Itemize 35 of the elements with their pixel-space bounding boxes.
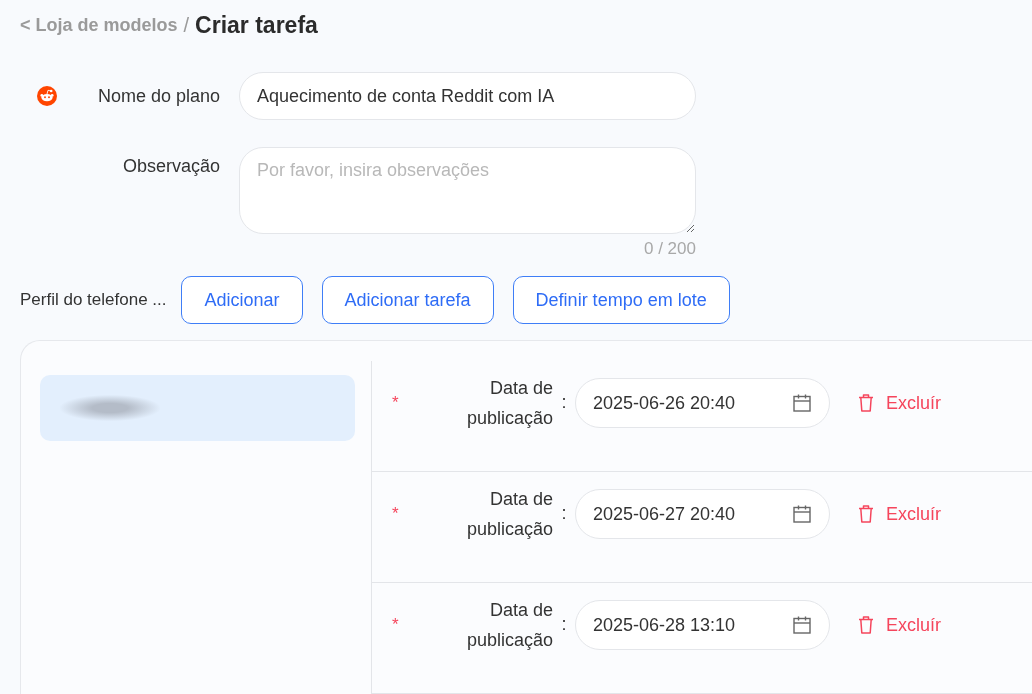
delete-button[interactable]: Excluír — [854, 378, 945, 428]
label-colon: : — [560, 392, 568, 413]
required-mark: * — [392, 615, 400, 635]
field-label: Data de publicação — [465, 488, 553, 541]
field-label: Nome do plano — [97, 85, 220, 107]
outline-button[interactable]: Adicionar tarefa — [321, 276, 494, 324]
delete-button[interactable]: Excluír — [854, 489, 945, 539]
plan-name-input[interactable]: Aquecimento de conta Reddit com IA — [239, 72, 696, 120]
trash-icon — [858, 616, 874, 634]
back-link[interactable]: < Loja de modelos — [20, 15, 178, 36]
alien-head-icon — [37, 86, 57, 106]
date-time-field[interactable]: 2025-06-26 20:40 — [575, 378, 830, 428]
note-textarea[interactable]: Por favor, insira observações — [239, 147, 696, 234]
required-mark: * — [392, 393, 400, 413]
outline-button[interactable]: Adicionar — [181, 276, 303, 324]
outline-button[interactable]: Definir tempo em lote — [512, 276, 730, 324]
character-counter: 0 / 200 — [644, 239, 696, 259]
calendar-icon — [793, 394, 811, 412]
delete-button[interactable]: Excluír — [854, 600, 945, 650]
profile-item[interactable] — [40, 375, 355, 441]
toolbar-label: Perfil do telefone ... — [20, 290, 167, 310]
label-colon: : — [560, 614, 568, 635]
calendar-icon — [793, 616, 811, 634]
field-label: Data de publicação — [465, 377, 553, 430]
page-title: Criar tarefa — [195, 12, 318, 39]
field-label: Observação — [122, 156, 220, 177]
field-label: Data de publicação — [465, 599, 553, 652]
label-colon: : — [560, 503, 568, 524]
date-time-field[interactable]: 2025-06-28 13:10 — [575, 600, 830, 650]
trash-icon — [858, 505, 874, 523]
required-mark: * — [392, 504, 400, 524]
calendar-icon — [793, 505, 811, 523]
date-time-field[interactable]: 2025-06-27 20:40 — [575, 489, 830, 539]
breadcrumb-separator: / — [183, 14, 190, 37]
trash-icon — [858, 394, 874, 412]
